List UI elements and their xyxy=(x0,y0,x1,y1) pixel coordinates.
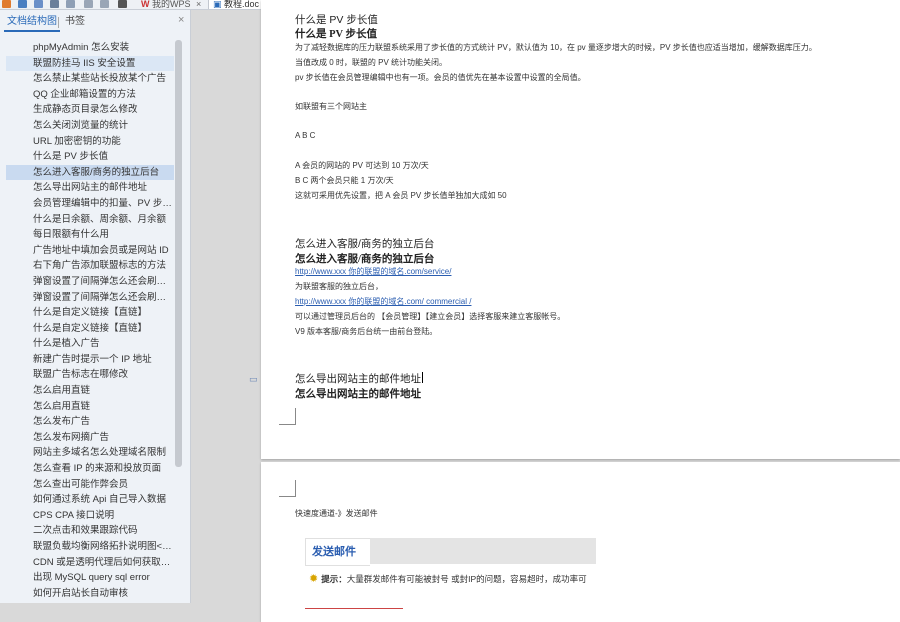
tab-label: 我的WPS xyxy=(152,0,191,9)
heading-cut: 什么是 PV 步长值 xyxy=(295,14,378,26)
paragraph: 可以通过管理员后台的 【会员管理】【建立会员】选择客服来建立客服帐号。 xyxy=(295,312,566,321)
tip-label: 提示： xyxy=(321,574,347,584)
document-page[interactable]: 快速度通道-》发送邮件 发送邮件 ✹ 提示：大量群发邮件有可能被封号 或封IP的问… xyxy=(261,462,900,622)
outline-item[interactable]: 怎么查看 IP 的来源和投放页面 xyxy=(6,461,174,477)
document-page[interactable]: 什么是 PV 步长值 什么是 PV 步长值 为了减轻数据库的压力联盟系统采用了步… xyxy=(261,0,900,459)
outline-item[interactable]: 每日限额有什么用 xyxy=(6,227,174,243)
outline-item[interactable]: 怎么进入客服/商务的独立后台 xyxy=(6,164,174,181)
input-border xyxy=(305,608,403,609)
wps-menu-icon[interactable] xyxy=(2,0,11,8)
outline-item[interactable]: 怎么发布网摘广告 xyxy=(6,430,174,446)
save-icon[interactable] xyxy=(18,0,27,8)
outline-item[interactable]: CPS CPA 接口说明 xyxy=(6,508,174,524)
paragraph: V9 版本客服/商务后台统一由前台登陆。 xyxy=(295,327,438,336)
document-area: 什么是 PV 步长值 什么是 PV 步长值 为了减轻数据库的压力联盟系统采用了步… xyxy=(191,0,900,622)
outline-item[interactable]: 右下角广告添加联盟标志的方法 xyxy=(6,258,174,274)
outline-item[interactable]: 怎么导出网站主的邮件地址 xyxy=(6,180,174,196)
export-pdf-icon[interactable] xyxy=(34,0,43,8)
paragraph: pv 步长值在会员管理编辑中也有一项。会员的值优先在基本设置中设置的全局值。 xyxy=(295,73,586,82)
page-corner-marker xyxy=(279,408,296,425)
doc-icon: ▣ xyxy=(213,0,222,9)
outline-item[interactable]: 弹窗设置了间隔弹怎么还会刷新弹… xyxy=(6,274,174,290)
print-preview-icon[interactable] xyxy=(66,0,75,8)
tip-text: 大量群发邮件有可能被封号 或封IP的问题，容易超时，成功率可 xyxy=(346,574,587,584)
outline-item[interactable]: 联盟防挂马 IIS 安全设置 xyxy=(6,55,174,72)
outline-item[interactable]: URL 加密密钥的功能 xyxy=(6,134,174,150)
tab-label: 教程.doc xyxy=(224,0,260,9)
heading-export: 怎么导出网站主的邮件地址 xyxy=(295,371,423,386)
outline-item[interactable]: 如何开启站长自动审核 xyxy=(6,586,174,602)
nav-tabs: 文档结构图 书签 × xyxy=(0,10,190,34)
outline-item[interactable]: 出现 MySQL query sql error xyxy=(6,570,174,586)
outline-item[interactable]: QQ 企业邮箱设置的方法 xyxy=(6,87,174,103)
outline-item[interactable]: 生成静态页目录怎么修改 xyxy=(6,102,174,118)
paragraph: 当值改成 0 时，联盟的 PV 统计功能关闭。 xyxy=(295,58,448,67)
outline-item[interactable]: 怎么发布广告 xyxy=(6,414,174,430)
outline-item[interactable]: 广告地址中填加会员或是网站 ID xyxy=(6,243,174,259)
lightbulb-icon: ✹ xyxy=(309,573,319,585)
outline-item[interactable]: 怎么关闭浏览量的统计 xyxy=(6,118,174,134)
outline-item[interactable]: 什么是日余额、周余额、月余额 xyxy=(6,212,174,228)
paragraph: 为了减轻数据库的压力联盟系统采用了步长值的方式统计 PV，默认值为 10，在 p… xyxy=(295,43,817,52)
heading-export-bold: 怎么导出网站主的邮件地址 xyxy=(295,389,421,400)
close-tab-icon[interactable]: × xyxy=(196,0,201,9)
heading-kefu-bold: 怎么进入客服/商务的独立后台 xyxy=(295,254,435,265)
outline-item[interactable]: 如何通过系统 Api 自己导入数据 xyxy=(6,492,174,508)
outline-list: phpMyAdmin 怎么安装 联盟防挂马 IIS 安全设置 怎么禁止某些站长投放某… xyxy=(6,40,174,603)
paragraph: 这就可采用优先设置，把 A 会员 PV 步长值单独加大成如 50 xyxy=(295,191,507,200)
paragraph-marker-icon[interactable]: ▭ xyxy=(249,374,258,385)
tab-document-outline[interactable]: 文档结构图 xyxy=(4,14,60,32)
outline-item[interactable]: phpMyAdmin 怎么安装 xyxy=(6,40,174,56)
paragraph: B C 两个会员只能 1 万次/天 xyxy=(295,176,394,185)
commercial-url-link[interactable]: http://www.xxx 你的联盟的域名.com/ commercial / xyxy=(295,296,471,307)
outline-item[interactable]: 联盟广告标志在哪修改 xyxy=(6,367,174,383)
breadcrumb: 快速度通道-》发送邮件 xyxy=(295,509,378,518)
heading-export-text: 怎么导出网站主的邮件地址 xyxy=(295,373,421,385)
outline-item[interactable]: 网站主多域名怎么处理域名限制 xyxy=(6,445,174,461)
heading-pv-step: 什么是 PV 步长值 xyxy=(295,29,378,40)
text-cursor xyxy=(422,372,423,383)
send-mail-panel: 发送邮件 xyxy=(305,538,596,566)
outline-item[interactable]: 怎么启用直链 xyxy=(6,399,174,415)
outline-item[interactable]: 怎么禁止某些站长投放某个广告 xyxy=(6,71,174,87)
outline-item[interactable]: 怎么查出可能作弊会员 xyxy=(6,477,174,493)
heading-kefu: 怎么进入客服/商务的独立后台 xyxy=(295,238,435,250)
outline-item[interactable]: 二次点击和效果跟踪代码 xyxy=(6,523,174,539)
paragraph: 如联盟有三个网站主 xyxy=(295,102,367,111)
scrollbar[interactable] xyxy=(175,40,182,467)
close-icon[interactable]: × xyxy=(178,14,184,26)
outline-item[interactable]: 怎么启用直链 xyxy=(6,383,174,399)
navigation-pane: 文档结构图 书签 × phpMyAdmin 怎么安装 联盟防挂马 IIS 安全设置… xyxy=(0,10,191,603)
outline-item[interactable]: 弹窗设置了间隔弹怎么还会刷新弹… xyxy=(6,290,174,306)
outline-item[interactable]: 会员管理编辑中的扣量、PV 步值… xyxy=(6,196,174,212)
outline-item[interactable]: 什么是植入广告 xyxy=(6,336,174,352)
paragraph: A 会员的网站的 PV 可达到 10 万次/天 xyxy=(295,161,429,170)
outline-item[interactable]: 什么是自定义链接【直链】 xyxy=(6,321,174,337)
nav-tab-divider xyxy=(58,17,59,28)
undo-icon[interactable] xyxy=(84,0,93,8)
print-icon[interactable] xyxy=(50,0,59,8)
outline-item[interactable]: CDN 或是透明代理后如何获取真… xyxy=(6,555,174,571)
paragraph: A B C xyxy=(295,131,316,140)
tip-line: ✹ 提示：大量群发邮件有可能被封号 或封IP的问题，容易超时，成功率可 xyxy=(309,572,587,585)
page-corner-marker xyxy=(279,480,296,497)
paragraph: 为联盟客服的独立后台， xyxy=(295,282,383,291)
dropdown-icon[interactable] xyxy=(118,0,127,8)
service-url-link[interactable]: http://www.xxx 你的联盟的域名.com/service/ xyxy=(295,266,451,277)
redo-icon[interactable] xyxy=(100,0,109,8)
outline-item[interactable]: 什么是 PV 步长值 xyxy=(6,149,174,165)
outline-item[interactable]: 联盟负载均衡网络拓扑说明图<V… xyxy=(6,539,174,555)
wps-logo-icon: W xyxy=(141,0,150,9)
outline-item[interactable]: 新建广告时提示一个 IP 地址 xyxy=(6,352,174,368)
tab-bookmarks[interactable]: 书签 xyxy=(62,14,88,30)
outline-item[interactable]: 什么是自定义链接【直链】 xyxy=(6,305,174,321)
send-mail-title: 发送邮件 xyxy=(305,538,370,566)
